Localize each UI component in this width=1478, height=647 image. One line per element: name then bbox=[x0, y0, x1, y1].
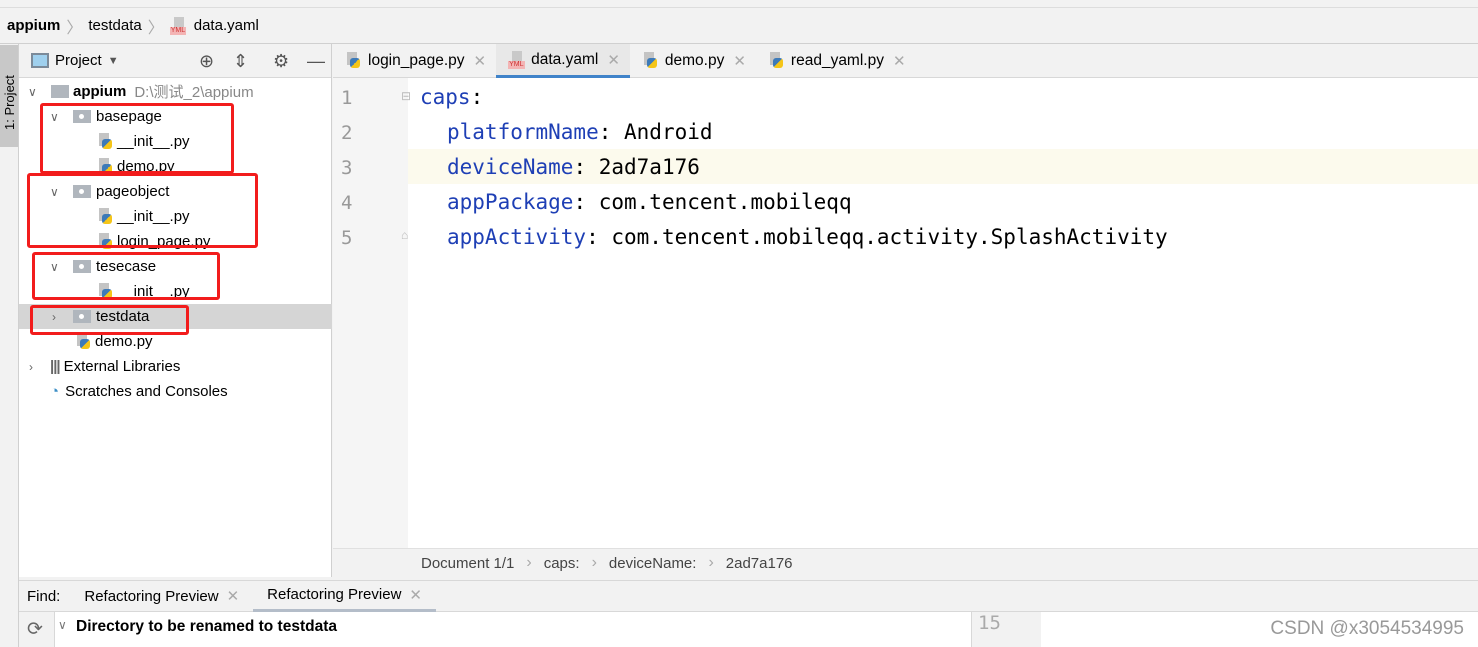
code-line[interactable]: appPackage: com.tencent.mobileqq bbox=[447, 185, 852, 220]
status-crumb[interactable]: 2ad7a176 bbox=[726, 555, 793, 572]
line-number: 5 bbox=[341, 227, 353, 249]
line-number-gutter bbox=[333, 78, 408, 548]
result-header[interactable]: Directory to be renamed to testdata bbox=[76, 618, 337, 636]
tree-item-label: Scratches and Consoles bbox=[65, 383, 228, 400]
yaml-value: com.tencent.mobileqq.activity.SplashActi… bbox=[611, 225, 1168, 249]
project-tool-tab[interactable]: 1: Project bbox=[0, 45, 18, 147]
tab-label: demo.py bbox=[664, 52, 725, 69]
python-file-icon bbox=[768, 52, 786, 70]
chevron-down-icon[interactable]: ∨ bbox=[28, 85, 37, 99]
code-line[interactable]: appActivity: com.tencent.mobileqq.activi… bbox=[447, 220, 1168, 255]
project-path: D:\测试_2\appium bbox=[134, 84, 254, 101]
line-number: 4 bbox=[341, 192, 353, 214]
tree-item-libraries[interactable]: › ||| External Libraries bbox=[19, 354, 332, 379]
highlight-box bbox=[30, 305, 189, 335]
yaml-file-icon bbox=[508, 50, 526, 69]
yaml-value: 2ad7a176 bbox=[598, 155, 700, 179]
chevron-right-icon: 〉 bbox=[66, 19, 83, 37]
breadcrumb-item[interactable]: appium bbox=[7, 17, 60, 34]
line-number: 3 bbox=[341, 157, 353, 179]
yaml-value: com.tencent.mobileqq bbox=[598, 190, 852, 214]
fold-end-icon[interactable]: ⌂ bbox=[401, 228, 408, 242]
close-icon[interactable]: ✕ bbox=[733, 52, 746, 70]
yaml-value: Android bbox=[624, 120, 713, 144]
close-icon[interactable]: ✕ bbox=[607, 51, 620, 69]
chevron-right-icon: 〉 bbox=[147, 19, 164, 37]
title-bar bbox=[0, 0, 1478, 8]
tab-login-page[interactable]: login_page.py ✕ bbox=[333, 44, 496, 78]
find-tab[interactable]: Refactoring Preview ✕ bbox=[70, 581, 253, 612]
project-tool-tab-label: 1: Project bbox=[2, 75, 17, 130]
tab-label: login_page.py bbox=[368, 52, 465, 69]
line-number: 2 bbox=[341, 122, 353, 144]
find-label: Find: bbox=[27, 587, 61, 605]
tree-item-label: demo.py bbox=[95, 333, 153, 350]
editor: login_page.py ✕ data.yaml ✕ demo.py ✕ read_… bbox=[333, 44, 1478, 577]
editor-tabs: login_page.py ✕ data.yaml ✕ demo.py ✕ read_… bbox=[333, 44, 1478, 78]
chevron-down-icon[interactable]: ∨ bbox=[58, 618, 67, 632]
tab-label: data.yaml bbox=[531, 50, 599, 68]
yaml-key: caps bbox=[420, 85, 471, 109]
tree-item-label: External Libraries bbox=[63, 358, 181, 375]
yaml-file-icon bbox=[169, 16, 188, 35]
editor-breadcrumb: Document 1/1 › caps: › deviceName: › 2ad7a1… bbox=[333, 548, 1478, 577]
project-view-selector[interactable]: Project bbox=[55, 52, 102, 69]
tab-label: read_yaml.py bbox=[790, 52, 884, 69]
find-tab-label: Refactoring Preview bbox=[267, 586, 402, 603]
fold-icon[interactable]: ⊟ bbox=[401, 89, 411, 103]
yaml-key: platformName bbox=[447, 120, 599, 144]
tab-demo[interactable]: demo.py ✕ bbox=[630, 44, 756, 78]
python-file-icon bbox=[642, 52, 660, 70]
library-icon: ||| bbox=[50, 358, 61, 375]
status-crumb[interactable]: Document 1/1 bbox=[421, 555, 514, 572]
highlight-box bbox=[32, 252, 220, 300]
folder-icon bbox=[51, 85, 69, 98]
close-icon[interactable]: ✕ bbox=[227, 587, 240, 605]
find-toolbar: Find: Refactoring Preview ✕ Refactoring P… bbox=[19, 580, 1478, 612]
project-view-icon bbox=[31, 53, 49, 68]
breadcrumb-item[interactable]: testdata bbox=[88, 17, 141, 34]
chevron-right-icon: › bbox=[708, 554, 714, 571]
yaml-key: appPackage bbox=[447, 190, 574, 214]
chevron-right-icon: › bbox=[591, 554, 597, 571]
locate-icon[interactable]: ⊕ bbox=[199, 51, 214, 72]
python-file-icon bbox=[345, 52, 363, 70]
yaml-key: appActivity bbox=[447, 225, 587, 249]
breadcrumb: appium 〉 testdata 〉 data.yaml bbox=[0, 8, 1478, 44]
close-icon[interactable]: ✕ bbox=[893, 52, 906, 70]
status-crumb[interactable]: caps: bbox=[544, 555, 580, 572]
scratches-icon: ◔ bbox=[50, 383, 60, 400]
find-results: ⟳ ∨ Directory to be renamed to testdata … bbox=[19, 612, 1478, 647]
watermark: CSDN @x3054534995 bbox=[1270, 618, 1464, 639]
chevron-right-icon: › bbox=[526, 554, 532, 571]
project-panel-header: Project ▼ ⊕ ⇕ ⚙ — bbox=[19, 44, 331, 78]
highlight-box bbox=[27, 173, 258, 248]
status-crumb[interactable]: deviceName: bbox=[609, 555, 697, 572]
code-line[interactable]: caps: bbox=[420, 80, 483, 115]
tree-item-label: appium bbox=[73, 83, 127, 100]
dropdown-arrow-icon[interactable]: ▼ bbox=[108, 55, 119, 67]
yaml-key: deviceName bbox=[447, 155, 574, 179]
close-icon[interactable]: ✕ bbox=[474, 52, 487, 70]
highlight-box bbox=[40, 103, 234, 174]
code-line[interactable]: platformName: Android bbox=[447, 115, 713, 150]
python-file-icon bbox=[75, 332, 93, 351]
tree-item-scratches[interactable]: ◔ Scratches and Consoles bbox=[19, 379, 332, 404]
line-number: 1 bbox=[341, 87, 353, 109]
breadcrumb-item[interactable]: data.yaml bbox=[194, 17, 259, 34]
tab-data-yaml[interactable]: data.yaml ✕ bbox=[496, 44, 630, 78]
tree-item-root[interactable]: ∨ appium D:\测试_2\appium bbox=[19, 79, 332, 104]
tab-read-yaml[interactable]: read_yaml.py ✕ bbox=[756, 44, 916, 78]
collapse-all-icon[interactable]: ⇕ bbox=[233, 51, 248, 72]
find-tab-label: Refactoring Preview bbox=[84, 587, 219, 605]
line-number: 15 bbox=[978, 612, 1001, 634]
chevron-right-icon[interactable]: › bbox=[29, 360, 33, 374]
minimize-icon[interactable]: — bbox=[307, 51, 325, 72]
refresh-icon[interactable]: ⟳ bbox=[27, 618, 43, 641]
find-tab-active[interactable]: Refactoring Preview ✕ bbox=[253, 581, 436, 612]
gear-icon[interactable]: ⚙ bbox=[273, 51, 289, 72]
close-icon[interactable]: ✕ bbox=[409, 586, 422, 604]
code-line[interactable]: deviceName: 2ad7a176 bbox=[447, 150, 700, 185]
